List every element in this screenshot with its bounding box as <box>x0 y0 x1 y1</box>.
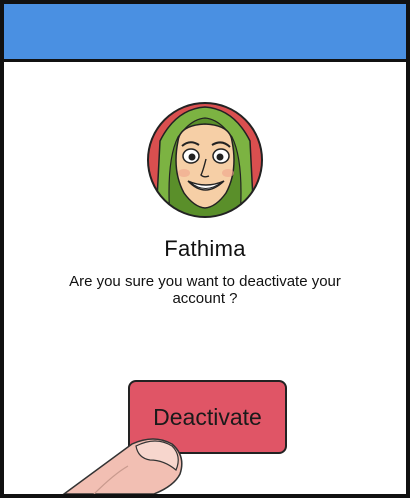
avatar <box>146 101 264 219</box>
user-name: Fathima <box>164 236 246 261</box>
confirmation-message: Are you sure you want to deactivate your… <box>69 273 341 307</box>
user-avatar-icon <box>147 102 263 218</box>
deactivate-button[interactable]: Deactivate <box>128 380 287 454</box>
phone-screen: Fathima Are you sure you want to deactiv… <box>0 0 410 498</box>
app-bar <box>4 4 406 62</box>
